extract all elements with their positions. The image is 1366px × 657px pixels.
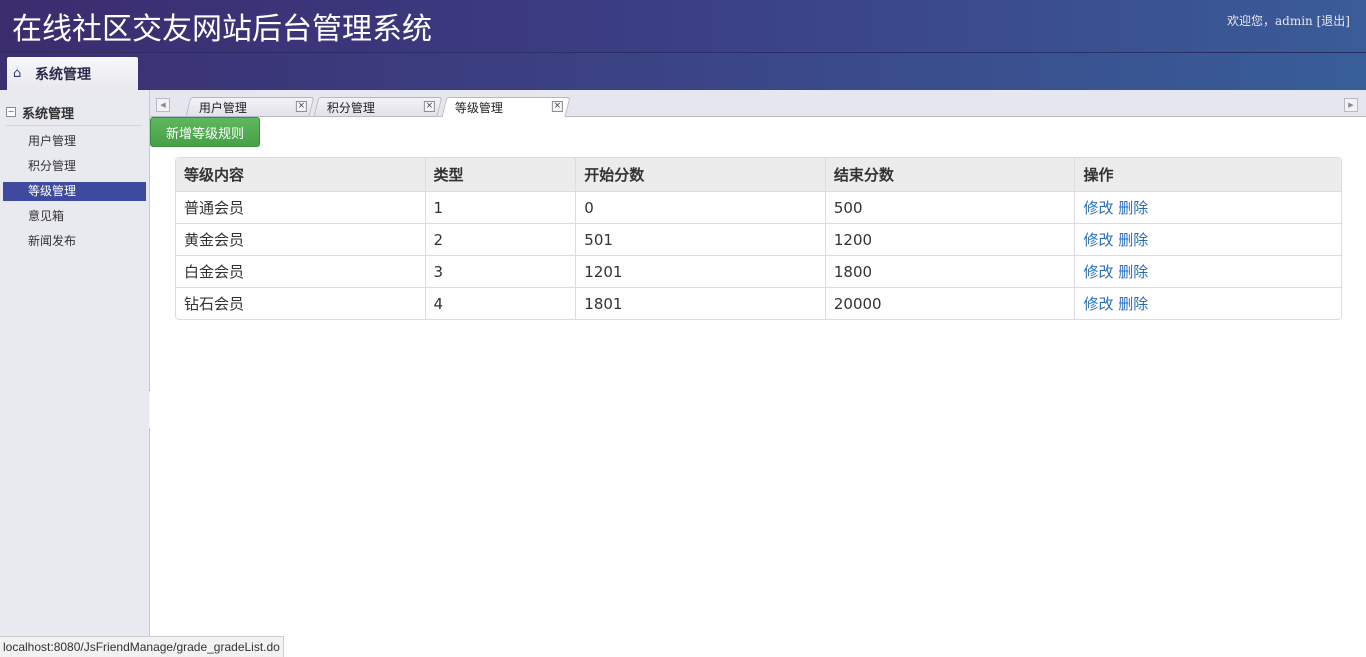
- main-content: 新增等级规则 等级内容 类型 开始分数 结束分数 操作 普通会员 1 0 500…: [150, 117, 1366, 636]
- sidebar-item-grade[interactable]: 等级管理: [3, 182, 146, 201]
- actions-cell: 修改 删除: [1074, 191, 1341, 223]
- home-icon: ⌂: [13, 66, 22, 81]
- module-bar: ⌂ 系统管理: [0, 53, 1366, 90]
- column-header: 等级内容: [176, 158, 425, 191]
- end-score-cell: 500: [824, 191, 1075, 223]
- table-row: 黄金会员 2 501 1200 修改 删除: [176, 223, 1341, 255]
- tab-label: 用户管理: [198, 100, 247, 115]
- grade-name-cell: 普通会员: [176, 191, 425, 223]
- sidebar-item-points[interactable]: 积分管理: [3, 157, 146, 176]
- column-header: 类型: [424, 158, 576, 191]
- logout-link[interactable]: [退出]: [1317, 14, 1350, 28]
- grade-table: 等级内容 类型 开始分数 结束分数 操作 普通会员 1 0 500 修改 删除 …: [175, 157, 1342, 320]
- delete-link[interactable]: 删除: [1118, 231, 1148, 249]
- tab-scroll-right-icon[interactable]: ▶: [1344, 98, 1358, 112]
- welcome-text: 欢迎您，admin: [1227, 14, 1313, 28]
- start-score-cell: 0: [575, 191, 825, 223]
- app-title: 在线社区交友网站后台管理系统: [12, 12, 432, 47]
- start-score-cell: 1201: [575, 255, 825, 287]
- edit-link[interactable]: 修改: [1083, 231, 1113, 249]
- grade-name-cell: 黄金会员: [176, 223, 425, 255]
- collapse-icon[interactable]: −: [6, 107, 16, 117]
- sidebar-group-label: 系统管理: [22, 106, 75, 122]
- sidebar-menu: 用户管理 积分管理 等级管理 意见箱 新闻发布: [3, 132, 146, 257]
- tab-grade[interactable]: 等级管理 ×: [441, 97, 571, 117]
- tab-scroll-left-icon[interactable]: ◀: [156, 98, 170, 112]
- module-tab-system[interactable]: ⌂ 系统管理: [7, 57, 138, 90]
- sidebar: − 系统管理 用户管理 积分管理 等级管理 意见箱 新闻发布: [0, 90, 150, 636]
- edit-link[interactable]: 修改: [1083, 199, 1113, 217]
- grade-type-cell: 1: [424, 191, 576, 223]
- table-row: 普通会员 1 0 500 修改 删除: [176, 191, 1341, 223]
- sidebar-item-user[interactable]: 用户管理: [3, 132, 146, 151]
- delete-link[interactable]: 删除: [1118, 199, 1148, 217]
- table-header-row: 等级内容 类型 开始分数 结束分数 操作: [176, 158, 1341, 191]
- start-score-cell: 501: [575, 223, 825, 255]
- welcome-area: 欢迎您，admin [退出]: [1227, 12, 1350, 29]
- actions-cell: 修改 删除: [1074, 223, 1341, 255]
- close-icon[interactable]: ×: [551, 101, 563, 112]
- edit-link[interactable]: 修改: [1083, 263, 1113, 281]
- grade-name-cell: 白金会员: [176, 255, 425, 287]
- app-header: 在线社区交友网站后台管理系统 欢迎您，admin [退出]: [0, 0, 1366, 53]
- tab-points[interactable]: 积分管理 ×: [313, 97, 443, 116]
- actions-cell: 修改 删除: [1074, 255, 1341, 287]
- end-score-cell: 1200: [824, 223, 1075, 255]
- add-grade-rule-button[interactable]: 新增等级规则: [150, 117, 260, 147]
- tab-strip: ◀ 用户管理 × 积分管理 × 等级管理 × ▶: [150, 90, 1366, 117]
- grade-type-cell: 3: [424, 255, 576, 287]
- table-row: 白金会员 3 1201 1800 修改 删除: [176, 255, 1341, 287]
- delete-link[interactable]: 删除: [1118, 263, 1148, 281]
- tab-user[interactable]: 用户管理 ×: [185, 97, 315, 116]
- browser-status-bar: localhost:8080/JsFriendManage/grade_grad…: [0, 636, 284, 657]
- tab-label: 等级管理: [454, 101, 503, 115]
- sidebar-item-feedback[interactable]: 意见箱: [3, 207, 146, 226]
- column-header: 结束分数: [824, 158, 1075, 191]
- sidebar-item-news[interactable]: 新闻发布: [3, 232, 146, 251]
- column-header: 开始分数: [575, 158, 825, 191]
- start-score-cell: 1801: [575, 287, 825, 319]
- grade-type-cell: 4: [424, 287, 576, 319]
- edit-link[interactable]: 修改: [1083, 295, 1113, 313]
- end-score-cell: 20000: [824, 287, 1075, 319]
- grade-name-cell: 钻石会员: [176, 287, 425, 319]
- column-header: 操作: [1074, 158, 1341, 191]
- grade-type-cell: 2: [424, 223, 576, 255]
- delete-link[interactable]: 删除: [1118, 295, 1148, 313]
- end-score-cell: 1800: [824, 255, 1075, 287]
- sidebar-group-header[interactable]: − 系统管理: [6, 102, 142, 126]
- table-row: 钻石会员 4 1801 20000 修改 删除: [176, 287, 1341, 319]
- close-icon[interactable]: ×: [423, 101, 435, 112]
- module-tab-label: 系统管理: [35, 66, 91, 83]
- tab-label: 积分管理: [326, 100, 375, 115]
- actions-cell: 修改 删除: [1074, 287, 1341, 319]
- close-icon[interactable]: ×: [295, 101, 307, 112]
